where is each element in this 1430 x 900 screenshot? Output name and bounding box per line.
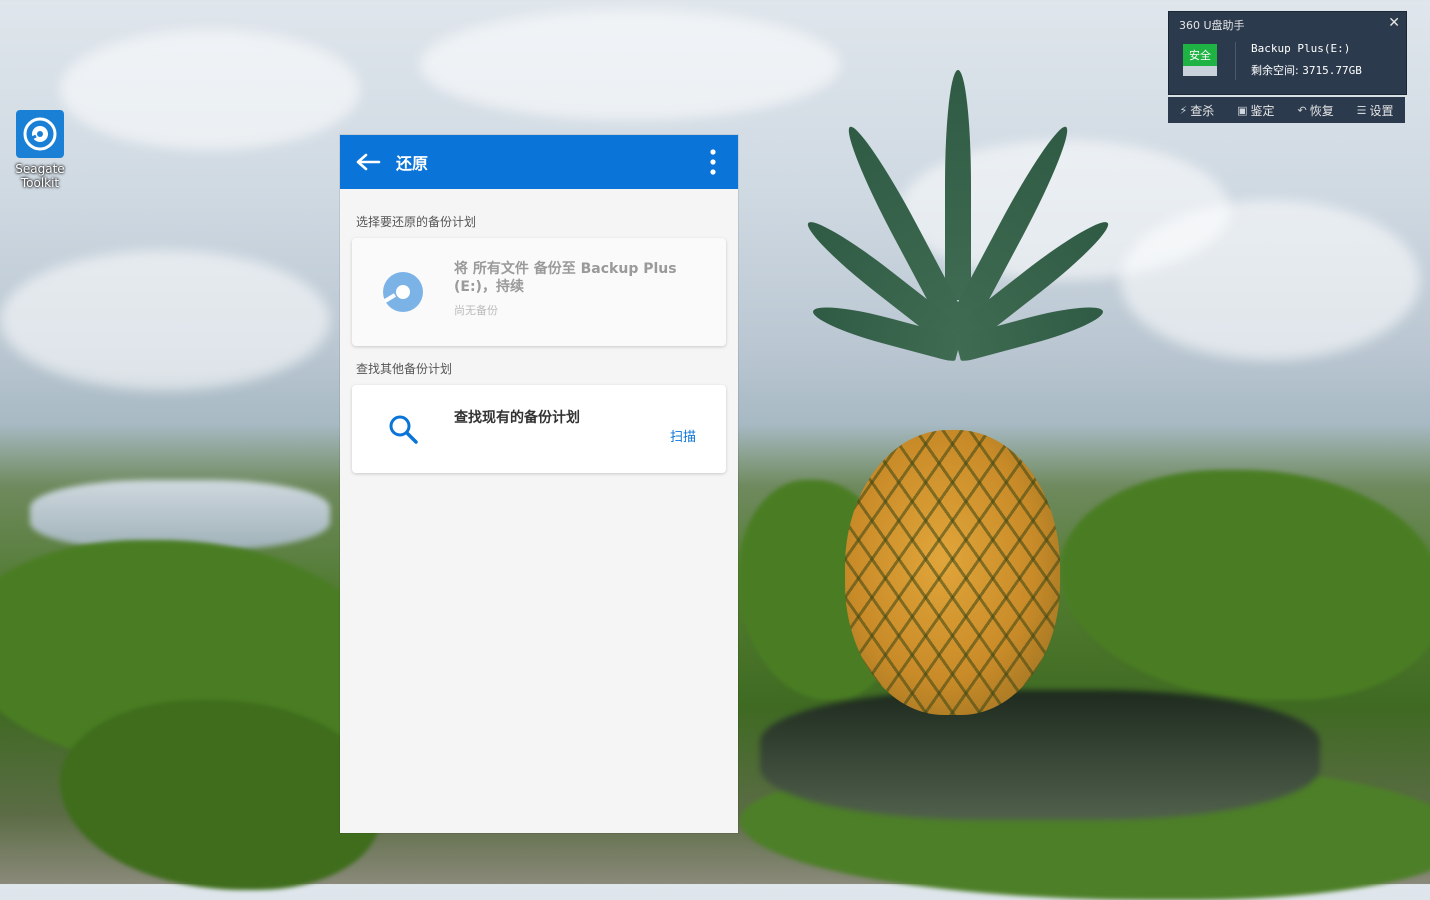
desktop-icon-seagate-toolkit[interactable]: Seagate Toolkit [2,110,78,190]
free-space-label: 剩余空间: [1251,64,1299,77]
find-plan-card[interactable]: 查找现有的备份计划 扫描 [352,385,726,473]
usb-drive-icon: 安全 [1183,44,1217,78]
close-icon[interactable]: ✕ [1388,15,1400,31]
drive-name: Backup Plus(E:) [1251,42,1351,55]
more-options-button[interactable] [688,135,738,189]
arrow-left-icon [356,153,381,171]
free-space-value: 3715.77GB [1302,64,1362,77]
page-title: 还原 [396,154,429,173]
backup-plan-status: 尚无备份 [454,304,498,317]
backup-plan-card[interactable]: 将 所有文件 备份至 Backup Plus (E:)，持续 尚无备份 [352,238,726,346]
undo-icon: ↶ [1297,103,1307,117]
back-button[interactable] [340,135,396,189]
settings-button[interactable]: ☰ 设置 [1357,102,1394,119]
desktop-icon-label: Seagate Toolkit [15,162,65,190]
pineapple [845,430,1060,715]
backup-plan-title: 将 所有文件 备份至 Backup Plus (E:)，持续 [454,261,677,295]
drive-icon: ▣ [1237,103,1248,117]
divider [1235,42,1236,80]
seagate-toolkit-icon [16,110,64,158]
list-icon: ☰ [1356,103,1367,117]
find-section-label: 查找其他备份计划 [356,362,453,376]
more-vertical-icon [710,149,716,175]
restore-window: 还原 选择要还原的备份计划 将 所有文件 备份至 Backup Plus (E:… [340,135,738,833]
app-header: 还原 [340,135,738,189]
scan-virus-button[interactable]: ⚡ 查杀 [1179,102,1214,119]
recover-button[interactable]: ↶ 恢复 [1297,102,1333,119]
usb-helper-widget: 360 U盘助手 ✕ 安全 Backup Plus(E:) 剩余空间: 3715… [1168,11,1407,95]
widget-action-bar: ⚡ 查杀 ▣ 鉴定 ↶ 恢复 ☰ 设置 [1168,97,1405,123]
find-plan-title: 查找现有的备份计划 [454,410,580,426]
safety-status-badge: 安全 [1183,44,1217,66]
widget-title: 360 U盘助手 [1179,19,1245,32]
backup-plan-icon [383,272,423,312]
identify-button[interactable]: ▣ 鉴定 [1237,102,1274,119]
lightning-icon: ⚡ [1179,103,1188,117]
restore-section-label: 选择要还原的备份计划 [356,215,477,229]
scan-button[interactable]: 扫描 [670,426,696,445]
free-space: 剩余空间: 3715.77GB [1251,62,1362,78]
search-icon [389,415,418,444]
